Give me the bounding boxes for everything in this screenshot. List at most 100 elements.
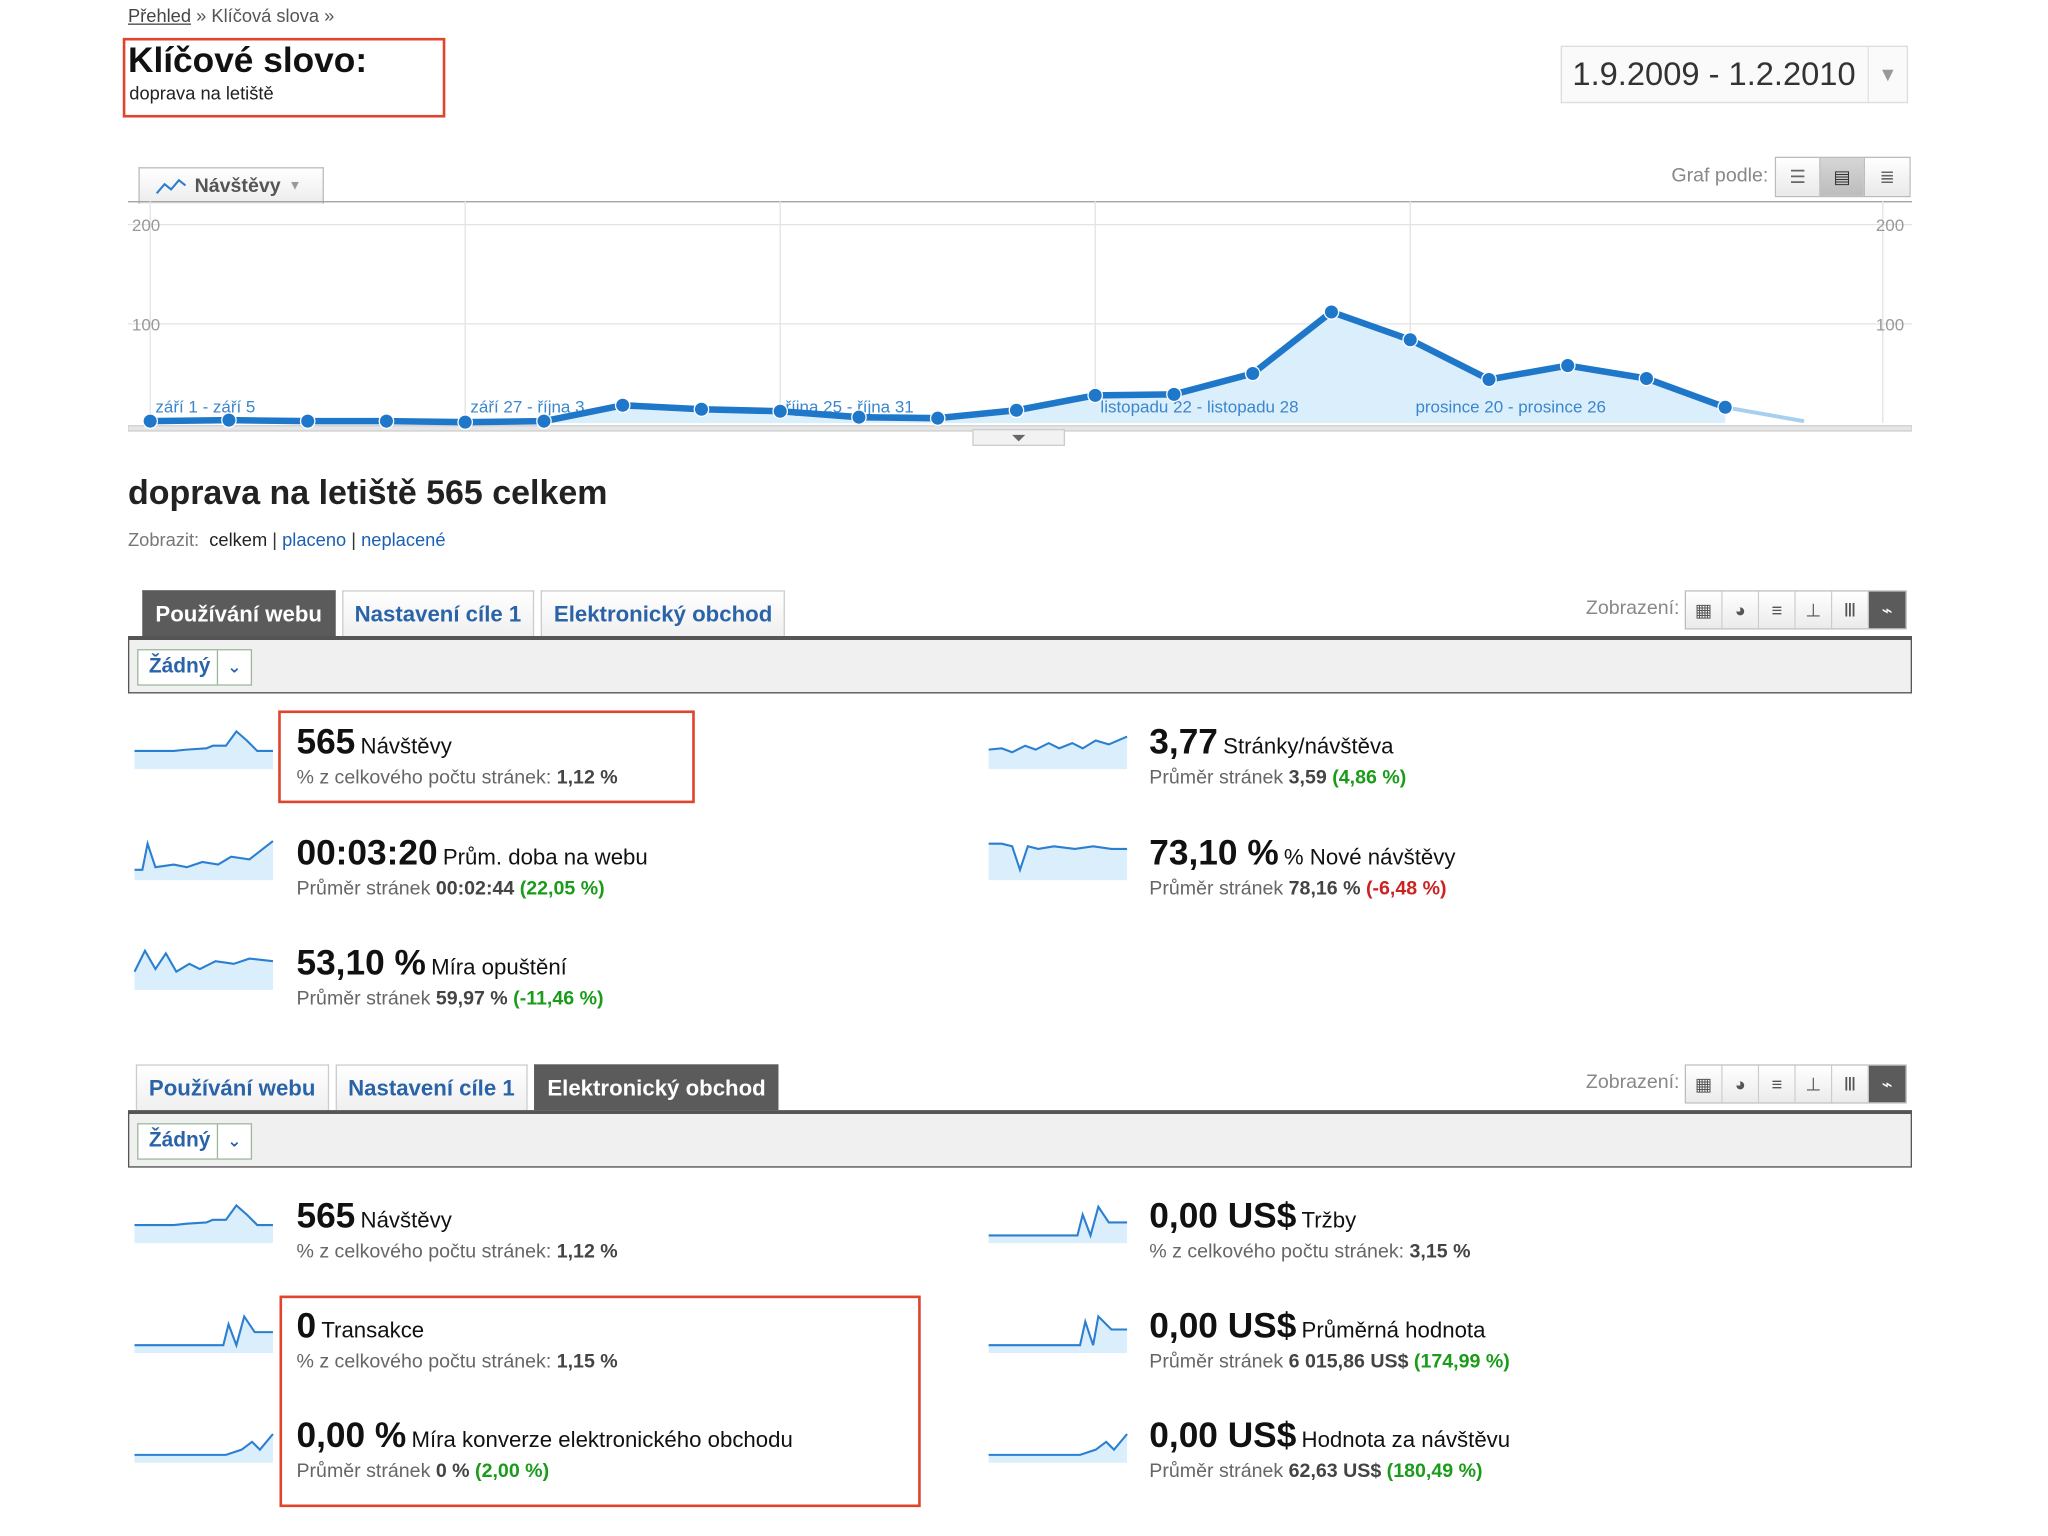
chart-point[interactable] xyxy=(1638,370,1655,387)
sparkline xyxy=(988,1204,1128,1244)
graph-by-label: Graf podle: xyxy=(1671,164,1769,187)
list-icon[interactable]: ☰ xyxy=(1776,158,1821,196)
chart-point[interactable] xyxy=(1481,371,1497,388)
chart-point[interactable] xyxy=(378,413,395,429)
x-tick-label: prosince 20 - prosince 26 xyxy=(1415,398,1606,417)
show-option-paid[interactable]: placeno xyxy=(282,529,346,550)
summary-title: doprava na letiště 565 celkem xyxy=(127,472,608,512)
advanced-segment-button[interactable]: Žádný ⌄ xyxy=(137,649,253,686)
metric-value: 0,00 US$ xyxy=(1149,1306,1297,1346)
table-view-icon[interactable]: ▦ xyxy=(1686,591,1723,629)
view-toggle: ▦ ◕ ≡ ⊥ Ⅲ ⌁ xyxy=(1684,1064,1907,1104)
show-option-unpaid[interactable]: neplacené xyxy=(361,529,445,550)
visits-chart: září 1 - září 5 září 27 - října 3 října 25… xyxy=(127,201,1912,446)
chart-point[interactable] xyxy=(221,412,237,429)
sparkline-view-icon[interactable]: ⌁ xyxy=(1868,1065,1906,1103)
show-option-total[interactable]: celkem xyxy=(209,529,267,550)
comparison-label: % z celkového počtu stránek: xyxy=(296,1240,552,1263)
metric-headline: 0,00 US$ Průměrná hodnota xyxy=(1149,1306,1485,1346)
comparison-label: % z celkového počtu stránek: xyxy=(1149,1240,1405,1263)
bar-view-icon[interactable]: ≡ xyxy=(1759,1065,1796,1103)
metric-headline: 565 Návštěvy xyxy=(296,1196,451,1236)
tab-site-usage[interactable]: Používání webu xyxy=(142,590,336,638)
metric-name: Hodnota za návštěvu xyxy=(1301,1427,1511,1453)
compare-view-icon[interactable]: ⊥ xyxy=(1795,591,1833,629)
tab-goal-set-1[interactable]: Nastavení cíle 1 xyxy=(335,1064,528,1112)
chart-point[interactable] xyxy=(1166,386,1182,403)
sparkline-view-icon[interactable]: ⌁ xyxy=(1868,591,1906,629)
chart-point[interactable] xyxy=(299,413,316,429)
chart-point[interactable] xyxy=(1087,387,1104,404)
pie-view-icon[interactable]: ◕ xyxy=(1722,1065,1760,1103)
pie-view-icon[interactable]: ◕ xyxy=(1722,591,1760,629)
chart-point[interactable] xyxy=(772,403,789,420)
x-tick-label: listopadu 22 - listopadu 28 xyxy=(1100,398,1298,417)
show-filter: Zobrazit: celkem | placeno | neplacené xyxy=(128,529,446,550)
metric-name: Návštěvy xyxy=(360,1208,452,1233)
sparkline xyxy=(134,1313,273,1354)
sparkline-fill xyxy=(988,736,1128,770)
sparkline-fill xyxy=(134,1316,273,1354)
comparison-value: 78,16 % xyxy=(1288,877,1361,900)
comparison-value: 3,15 % xyxy=(1409,1240,1471,1263)
chart-point[interactable] xyxy=(536,413,552,429)
chart-point[interactable] xyxy=(142,413,159,429)
tab-goal-set-1[interactable]: Nastavení cíle 1 xyxy=(341,590,535,638)
sparkline xyxy=(134,1203,273,1244)
sparkline xyxy=(134,1433,274,1463)
chart-point[interactable] xyxy=(1402,331,1419,348)
chart-point[interactable] xyxy=(457,414,474,430)
pivot-view-icon[interactable]: Ⅲ xyxy=(1832,1065,1869,1103)
pivot-view-icon[interactable]: Ⅲ xyxy=(1832,591,1869,629)
comparison-label: Průměr stránek xyxy=(1149,1460,1284,1483)
tab-ecommerce[interactable]: Elektronický obchod xyxy=(534,1064,779,1112)
tab-site-usage[interactable]: Používání webu xyxy=(135,1064,329,1112)
comparison-delta: (174,99 %) xyxy=(1413,1350,1510,1373)
table-icon[interactable]: ≣ xyxy=(1864,158,1910,196)
sparkline xyxy=(134,729,273,770)
metric-value: 00:03:20 xyxy=(296,833,438,873)
metric-name: Míra opuštění xyxy=(431,954,567,980)
comparison-value: 1,12 % xyxy=(556,1240,618,1263)
compare-view-icon[interactable]: ⊥ xyxy=(1795,1065,1833,1103)
comparison-label: Průměr stránek xyxy=(1149,766,1284,789)
keyword-value: doprava na letiště xyxy=(129,82,274,104)
separator: | xyxy=(351,528,357,550)
chart-partial-segment xyxy=(1724,405,1805,424)
segment-label: Žádný xyxy=(148,655,211,678)
breadcrumb-overview-link[interactable]: Přehled xyxy=(128,5,191,26)
metric-value: 565 xyxy=(296,1196,356,1236)
table-view-icon[interactable]: ▦ xyxy=(1686,1065,1723,1103)
chart-point[interactable] xyxy=(851,409,867,426)
metric-headline: 0,00 US$ Tržby xyxy=(1149,1196,1356,1236)
chart-point[interactable] xyxy=(1008,402,1025,419)
sparkline-fill xyxy=(988,1206,1128,1244)
bar-view-icon[interactable]: ≡ xyxy=(1759,591,1796,629)
chart-point[interactable] xyxy=(614,397,631,414)
advanced-segment-button[interactable]: Žádný ⌄ xyxy=(137,1123,253,1160)
comparison-value: 62,63 US$ xyxy=(1288,1460,1382,1483)
sparkline-fill xyxy=(988,1433,1128,1463)
triangle-down-icon: ▼ xyxy=(1867,47,1907,102)
chart-point[interactable] xyxy=(929,410,946,427)
date-range-label: 1.9.2009 - 1.2.2010 xyxy=(1572,55,1856,93)
highlight-box-visits xyxy=(278,710,695,804)
bar-icon[interactable]: ▤ xyxy=(1820,158,1865,196)
chart-metric-selector[interactable]: Návštěvy ▼ xyxy=(138,167,324,204)
breadcrumb-separator: » xyxy=(196,5,207,27)
comparison-delta: (22,05 %) xyxy=(519,877,605,900)
metric-comparison: Průměr stránek 62,63 US$ (180,49 %) xyxy=(1149,1460,1482,1482)
sparkline xyxy=(988,735,1128,770)
date-range-picker[interactable]: 1.9.2009 - 1.2.2010 ▼ xyxy=(1560,45,1909,104)
chart-point[interactable] xyxy=(1717,399,1734,416)
sparkline-fill xyxy=(134,1433,273,1463)
chart-point[interactable] xyxy=(1559,357,1576,374)
chevron-down-icon: ▼ xyxy=(288,178,302,194)
chart-point[interactable] xyxy=(1244,365,1261,382)
chart-point[interactable] xyxy=(1323,304,1340,320)
tab-ecommerce[interactable]: Elektronický obchod xyxy=(540,590,786,638)
chart-point[interactable] xyxy=(693,401,710,418)
metric-headline: 0,00 US$ Hodnota za návštěvu xyxy=(1149,1416,1510,1456)
show-label: Zobrazit: xyxy=(127,528,200,550)
comparison-delta: (4,86 %) xyxy=(1332,766,1407,789)
